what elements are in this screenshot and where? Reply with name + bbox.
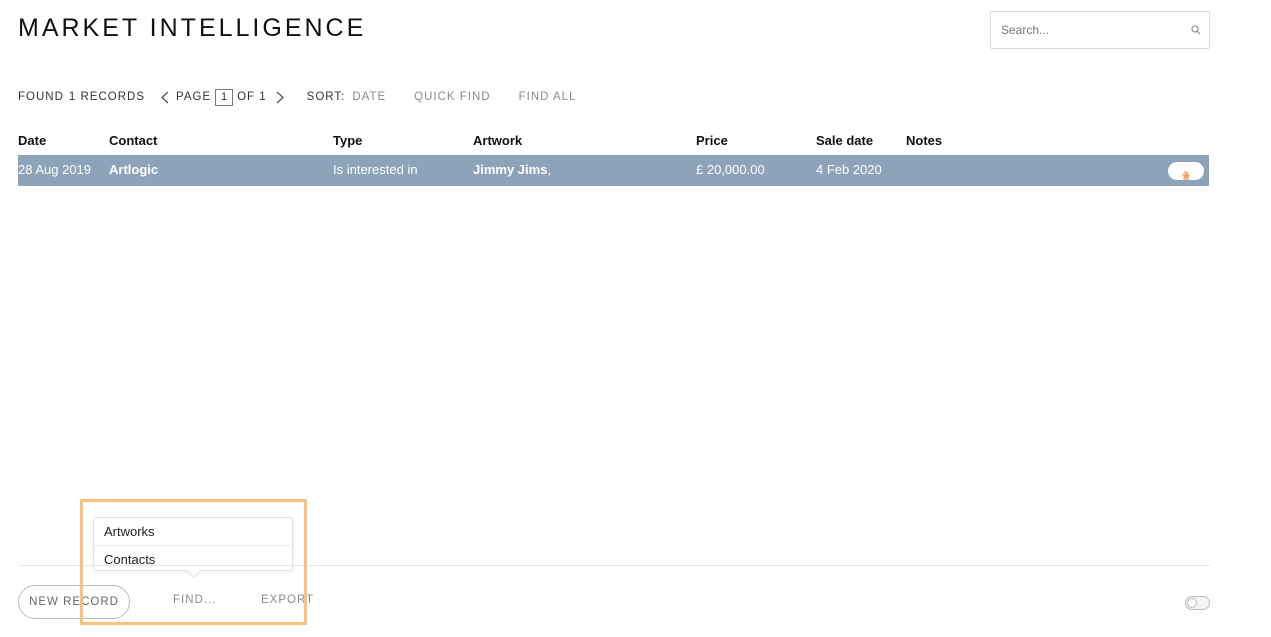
column-header-price[interactable]: Price xyxy=(696,133,728,148)
cell-sale-date: 4 Feb 2020 xyxy=(816,162,882,177)
found-prefix: FOUND xyxy=(18,91,64,103)
cell-price: £ 20,000.00 xyxy=(696,162,765,177)
cell-type: Is interested in xyxy=(333,162,418,177)
sort-value-button[interactable]: DATE xyxy=(352,91,386,103)
found-count: 1 RECORDS xyxy=(68,91,145,103)
search-box[interactable] xyxy=(990,11,1210,49)
find-menu-item-artworks[interactable]: Artworks xyxy=(94,518,292,545)
column-header-contact[interactable]: Contact xyxy=(109,133,157,148)
table-row[interactable]: 28 Aug 2019 Artlogic Is interested in Ji… xyxy=(18,155,1209,186)
star-icon: ★ xyxy=(1180,169,1192,183)
cell-artwork: Jimmy Jims, xyxy=(473,162,551,177)
toggle-knob xyxy=(1187,598,1197,608)
footer-divider xyxy=(18,565,1210,566)
view-toggle[interactable] xyxy=(1185,596,1210,610)
column-header-date[interactable]: Date xyxy=(18,133,46,148)
sort-label: SORT: xyxy=(306,91,346,103)
export-button[interactable]: EXPORT xyxy=(261,594,314,606)
next-page-icon[interactable] xyxy=(273,88,287,106)
page-title: MARKET INTELLIGENCE xyxy=(18,14,367,42)
artwork-separator: , xyxy=(547,162,552,177)
star-rating-badge[interactable]: 3 ★ xyxy=(1168,162,1204,183)
column-header-sale-date[interactable]: Sale date xyxy=(816,133,873,148)
new-record-button[interactable]: NEW RECORD xyxy=(18,585,130,619)
cell-contact-link[interactable]: Artlogic xyxy=(109,162,158,177)
quick-find-button[interactable]: QUICK FIND xyxy=(414,91,490,103)
page-label: PAGE xyxy=(176,91,212,103)
find-button[interactable]: FIND... xyxy=(173,594,216,606)
table-header: Date Contact Type Artwork Price Sale dat… xyxy=(18,133,1210,151)
column-header-notes[interactable]: Notes xyxy=(906,133,942,148)
page-number-input[interactable]: 1 xyxy=(215,88,234,106)
search-input[interactable] xyxy=(991,12,1183,48)
prev-page-icon[interactable] xyxy=(158,88,172,106)
find-all-button[interactable]: FIND ALL xyxy=(519,91,577,103)
column-header-artwork[interactable]: Artwork xyxy=(473,133,522,148)
cell-artwork-link[interactable]: Jimmy Jims xyxy=(473,162,547,177)
column-header-type[interactable]: Type xyxy=(333,133,362,148)
page-of: OF 1 xyxy=(237,91,267,103)
results-toolbar: FOUND 1 RECORDS PAGE 1 OF 1 SORT: DATE Q… xyxy=(18,88,576,106)
find-dropdown-menu: Artworks Contacts xyxy=(93,517,293,579)
search-icon[interactable] xyxy=(1183,25,1209,35)
cell-date: 28 Aug 2019 xyxy=(18,162,92,177)
